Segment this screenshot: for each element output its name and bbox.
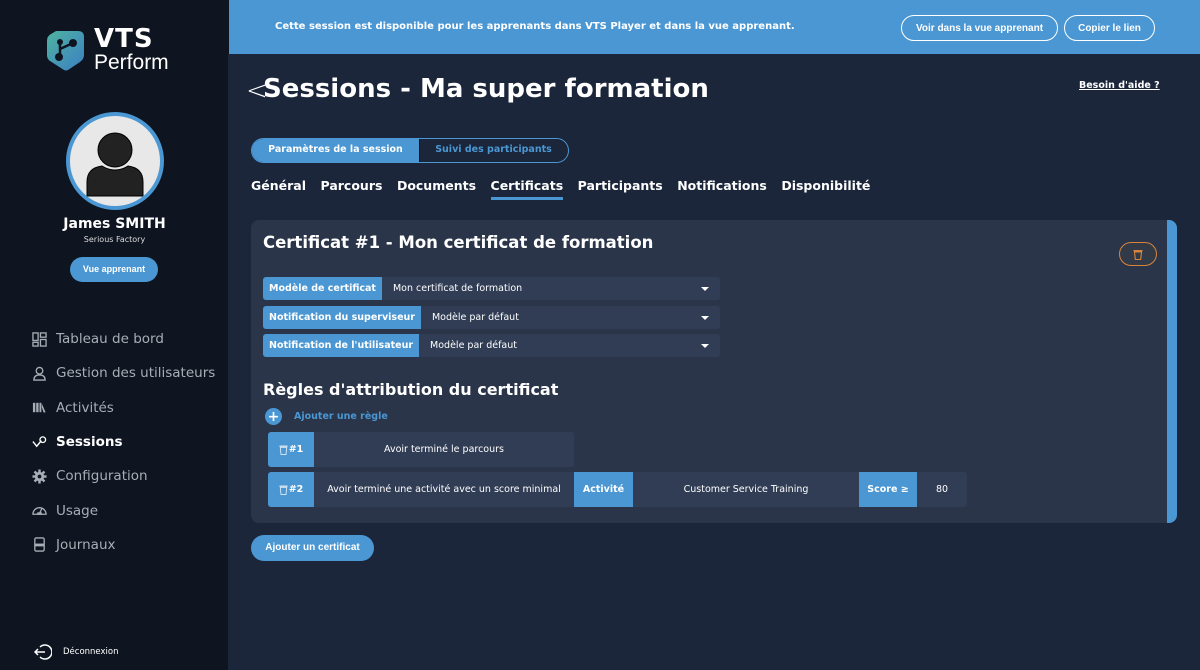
avatar[interactable] [66, 112, 164, 210]
delete-certificate-button[interactable] [1119, 242, 1157, 266]
tab-documents[interactable]: Documents [397, 178, 476, 200]
brand-name-bottom: Perform [94, 51, 169, 74]
page-title: Sessions - Ma super formation [263, 74, 709, 104]
sidebar-item-logs[interactable]: Journaux [31, 528, 215, 562]
sidebar-item-label: Activités [56, 399, 114, 416]
rule-row: #2 Avoir terminé une activité avec un sc… [268, 472, 967, 507]
rule-description: Avoir terminé le parcours [384, 444, 504, 455]
log-icon [31, 537, 47, 553]
view-switch: Paramètres de la session Suivi des parti… [251, 138, 569, 163]
certificate-card: Certificat #1 - Mon certificat de format… [251, 220, 1177, 523]
rule-number-label: #2 [288, 484, 304, 495]
sidebar-item-label: Journaux [56, 536, 116, 553]
tab-availability[interactable]: Disponibilité [781, 178, 870, 200]
tab-parcours[interactable]: Parcours [321, 178, 383, 200]
activity-chip: Activité [574, 472, 633, 507]
gauge-icon [31, 503, 47, 519]
availability-banner: Cette session est disponible pour les ap… [229, 0, 1200, 54]
sidebar-nav: Tableau de bord Gestion des utilisateurs… [31, 322, 215, 562]
chevron-down-icon [701, 315, 709, 320]
trash-icon [279, 445, 288, 455]
user-icon [31, 365, 47, 381]
sidebar-item-configuration[interactable]: Configuration [31, 459, 215, 493]
sidebar-item-activities[interactable]: Activités [31, 391, 215, 425]
sidebar-item-users[interactable]: Gestion des utilisateurs [31, 356, 215, 390]
field-label: Notification du superviseur [263, 306, 421, 329]
tab-general[interactable]: Général [251, 178, 306, 200]
brand-logo[interactable]: VTS Perform [46, 24, 196, 78]
sidebar-item-label: Gestion des utilisateurs [56, 365, 216, 382]
view-in-learner-view-button[interactable]: Voir dans la vue apprenant [901, 15, 1058, 41]
sidebar-divider [228, 54, 230, 670]
sidebar-item-label: Usage [56, 502, 99, 519]
user-notification-select[interactable]: Notification de l'utilisateur Modèle par… [263, 334, 720, 357]
chevron-down-icon [701, 286, 709, 291]
rule-number-label: #1 [288, 444, 304, 455]
sidebar-item-label: Sessions [56, 434, 123, 451]
tab-notifications[interactable]: Notifications [677, 178, 767, 200]
field-label: Notification de l'utilisateur [263, 334, 420, 357]
rule-number[interactable]: #2 [268, 472, 314, 507]
sidebar-item-sessions[interactable]: Sessions [31, 425, 215, 459]
rule-description: Avoir terminé une activité avec un score… [327, 484, 561, 495]
certificate-title: Certificat #1 - Mon certificat de format… [263, 233, 654, 252]
score-value[interactable]: 80 [917, 484, 967, 495]
sidebar-item-label: Tableau de bord [56, 331, 164, 348]
trash-icon [1133, 249, 1143, 260]
segment-session-settings[interactable]: Paramètres de la session [252, 139, 419, 162]
activity-value[interactable]: Customer Service Training [633, 484, 859, 495]
chevron-down-icon [701, 343, 709, 348]
banner-message: Cette session est disponible pour les ap… [275, 21, 795, 32]
logout-button[interactable]: Déconnexion [34, 643, 118, 661]
sidebar-item-label: Configuration [56, 468, 148, 485]
help-link[interactable]: Besoin d'aide ? [1079, 80, 1160, 91]
tab-certificates[interactable]: Certificats [490, 178, 564, 200]
segment-participant-tracking[interactable]: Suivi des participants [419, 139, 567, 162]
logo-mark-icon [47, 31, 84, 71]
trash-icon [279, 485, 288, 495]
user-organization: Serious Factory [83, 235, 146, 244]
add-rule-label: Ajouter une règle [294, 411, 388, 422]
add-certificate-button[interactable]: Ajouter un certificat [251, 535, 374, 561]
score-chip: Score ≥ [859, 472, 917, 507]
field-value: Modèle par défaut [431, 312, 519, 323]
plus-icon: + [265, 408, 282, 425]
rules-heading: Règles d'attribution du certificat [263, 380, 559, 399]
settings-tabs: Général Parcours Documents Certificats P… [251, 178, 885, 200]
brand-name-top: VTS [94, 24, 154, 54]
tab-participants[interactable]: Participants [578, 178, 663, 200]
rule-row: #1 Avoir terminé le parcours [268, 432, 574, 467]
field-value: Mon certificat de formation [392, 283, 523, 294]
rule-number[interactable]: #1 [268, 432, 314, 467]
sidebar-item-usage[interactable]: Usage [31, 493, 215, 527]
logout-label: Déconnexion [63, 647, 119, 657]
add-rule-button[interactable]: + Ajouter une règle [265, 408, 388, 425]
sessions-icon [31, 434, 47, 450]
logout-icon [34, 644, 52, 660]
dashboard-icon [31, 331, 47, 347]
sidebar-item-dashboard[interactable]: Tableau de bord [31, 322, 215, 356]
sidebar: VTS Perform James SMITH Serious Factory … [0, 0, 229, 670]
books-icon [31, 400, 47, 416]
gear-icon [31, 468, 47, 484]
field-value: Modèle par défaut [430, 340, 517, 351]
field-label: Modèle de certificat [263, 277, 382, 300]
copy-link-button[interactable]: Copier le lien [1064, 15, 1155, 41]
certificate-template-select[interactable]: Modèle de certificat Mon certificat de f… [263, 277, 720, 300]
user-silhouette-icon [86, 132, 144, 197]
learner-view-button[interactable]: Vue apprenant [70, 257, 158, 282]
supervisor-notification-select[interactable]: Notification du superviseur Modèle par d… [263, 306, 720, 329]
user-name: James SMITH [63, 216, 166, 232]
